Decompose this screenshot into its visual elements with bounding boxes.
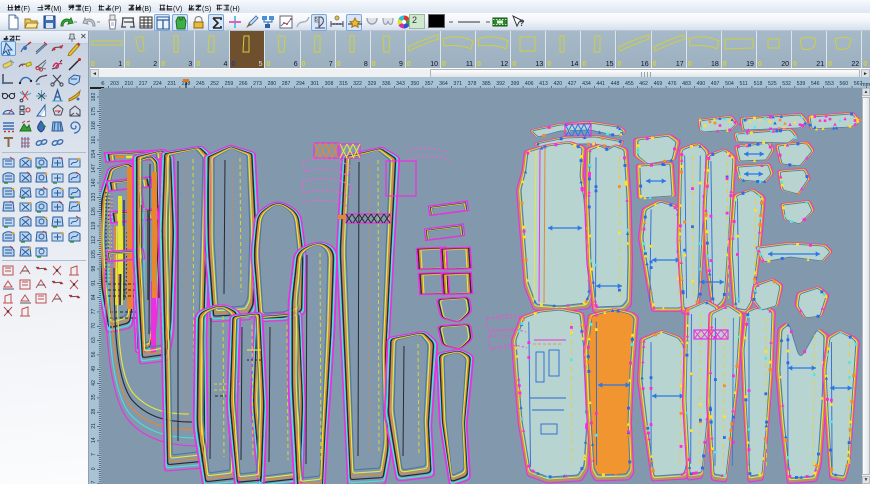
svg-text:350: 350 [410,81,419,87]
svg-text:532: 532 [782,81,791,87]
svg-text:224: 224 [153,81,162,87]
svg-text:392: 392 [496,81,505,87]
svg-text:308: 308 [325,81,334,87]
svg-text:112: 112 [91,236,97,244]
svg-text:518: 518 [754,81,763,87]
svg-text:525: 525 [768,81,777,87]
svg-text:259: 259 [225,81,234,87]
svg-text:504: 504 [725,81,734,87]
svg-text:77: 77 [91,309,97,315]
svg-text:399: 399 [511,81,520,87]
svg-text:364: 364 [439,81,448,87]
svg-text:546: 546 [811,81,820,87]
svg-text:357: 357 [425,81,434,87]
svg-text:455: 455 [625,81,634,87]
svg-text:434: 434 [582,81,591,87]
svg-text:427: 427 [568,81,577,87]
svg-text:448: 448 [611,81,620,87]
svg-text:84: 84 [91,294,97,300]
svg-text:553: 553 [825,81,834,87]
svg-text:329: 329 [368,81,377,87]
svg-text:231: 231 [167,81,176,87]
svg-text:210: 210 [124,81,133,87]
svg-text:560: 560 [839,81,848,87]
svg-text:406: 406 [525,81,534,87]
svg-text:168: 168 [91,121,97,130]
svg-text:119: 119 [91,221,97,229]
svg-text:539: 539 [797,81,806,87]
svg-text:203: 203 [110,81,119,87]
svg-text:294: 294 [296,81,305,87]
svg-text:105: 105 [91,250,97,259]
svg-text:56: 56 [91,351,97,357]
svg-text:21: 21 [91,423,97,429]
svg-text:133: 133 [91,193,97,202]
svg-text:322: 322 [353,81,362,87]
svg-text:483: 483 [682,81,691,87]
svg-text:462: 462 [639,81,648,87]
svg-text:175: 175 [91,107,97,116]
svg-text:315: 315 [339,81,348,87]
svg-text:336: 336 [382,81,391,87]
svg-text:413: 413 [539,81,548,87]
svg-text:385: 385 [482,81,491,87]
svg-text:287: 287 [282,81,291,87]
svg-text:217: 217 [139,81,148,87]
svg-text:245: 245 [196,81,205,87]
svg-text:49: 49 [91,366,97,372]
svg-text:91: 91 [91,280,97,286]
svg-text:273: 273 [253,81,262,87]
svg-text:441: 441 [596,81,605,87]
svg-text:63: 63 [91,337,97,343]
svg-text:42: 42 [91,380,97,386]
svg-text:252: 252 [210,81,219,87]
svg-text:98: 98 [91,266,97,272]
svg-text:469: 469 [654,81,663,87]
svg-text:147: 147 [91,164,97,173]
svg-text:182: 182 [91,93,97,102]
svg-text:490: 490 [696,81,705,87]
svg-text:511: 511 [740,81,748,87]
svg-text:140: 140 [91,178,97,187]
svg-text:371: 371 [453,81,462,87]
svg-text:161: 161 [91,135,97,144]
svg-text:420: 420 [553,81,562,87]
svg-text:5: 5 [315,17,318,23]
svg-text:70: 70 [91,323,97,329]
svg-text:0: 0 [91,467,97,470]
svg-text:28: 28 [91,409,97,415]
svg-text:14: 14 [91,437,97,443]
svg-text:266: 266 [239,81,248,87]
svg-text:154: 154 [91,150,97,159]
svg-text:476: 476 [668,81,677,87]
svg-text:301: 301 [310,81,319,87]
svg-text:280: 280 [267,81,276,87]
svg-text:35: 35 [91,394,97,400]
svg-text:126: 126 [91,207,97,216]
svg-text:7: 7 [91,453,97,456]
svg-text:378: 378 [468,81,477,87]
svg-text:497: 497 [711,81,720,87]
svg-text:?: ? [519,18,525,28]
svg-text:343: 343 [396,81,405,87]
